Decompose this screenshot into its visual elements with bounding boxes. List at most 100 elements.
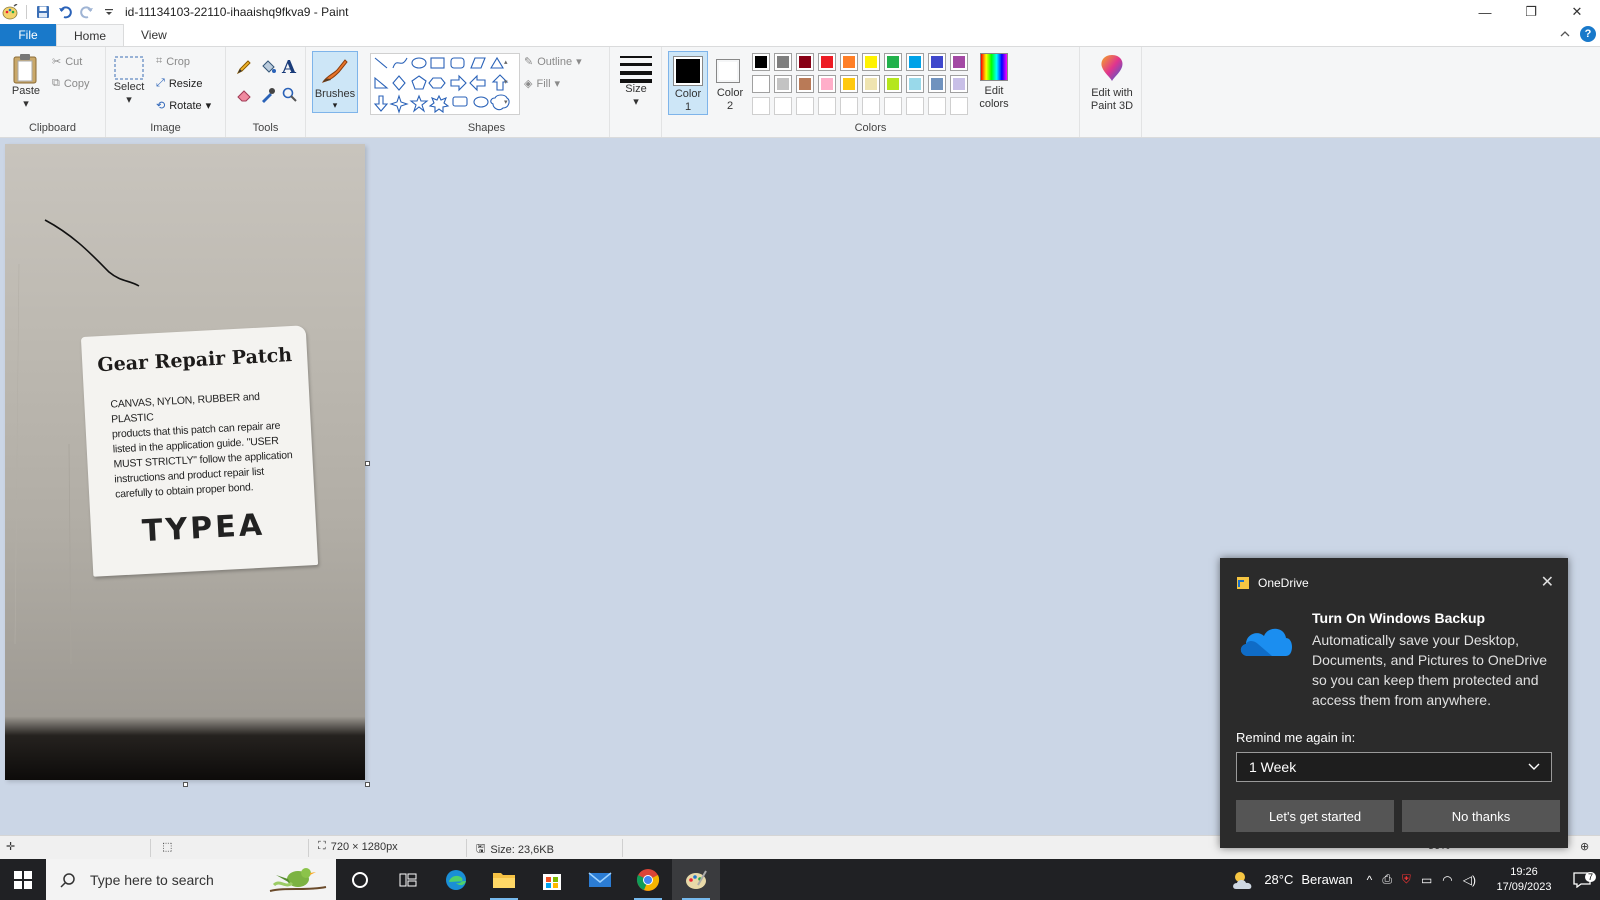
paste-button[interactable]: Paste ▾: [8, 53, 44, 111]
tab-file[interactable]: File: [0, 24, 56, 46]
store-icon: [543, 873, 561, 890]
palette-swatch[interactable]: [796, 53, 814, 71]
palette-swatch[interactable]: [884, 53, 902, 71]
paint-app-icon[interactable]: [2, 4, 18, 20]
task-view-button[interactable]: [336, 859, 384, 900]
edge-taskbar-button[interactable]: [432, 859, 480, 900]
palette-empty-swatch[interactable]: [840, 97, 858, 115]
volume-icon[interactable]: ◁): [1463, 873, 1476, 887]
weather-widget[interactable]: 28°C Berawan: [1230, 869, 1353, 891]
resize-handle-corner[interactable]: [365, 782, 370, 787]
copy-button[interactable]: ⧉ Copy: [52, 77, 90, 90]
palette-swatch[interactable]: [752, 75, 770, 93]
magnifier-icon[interactable]: [282, 87, 298, 106]
cut-button[interactable]: ✂ Cut: [52, 55, 82, 69]
minimize-button[interactable]: —: [1462, 0, 1508, 24]
palette-empty-swatch[interactable]: [950, 97, 968, 115]
shapes-scroll-icon[interactable]: ▴ ▾ ▾: [504, 53, 508, 113]
palette-swatch[interactable]: [928, 53, 946, 71]
color1-swatch: [673, 56, 703, 86]
lets-get-started-button[interactable]: Let's get started: [1236, 800, 1394, 832]
color-picker-icon[interactable]: [260, 87, 276, 106]
save-icon[interactable]: [35, 4, 51, 20]
collapse-ribbon-icon[interactable]: [1560, 27, 1570, 41]
customize-toolbar-icon[interactable]: [101, 4, 117, 20]
text-tool-icon[interactable]: A: [282, 57, 296, 78]
rotate-button[interactable]: ⟲ Rotate ▾: [156, 99, 212, 113]
palette-swatch[interactable]: [906, 53, 924, 71]
wifi-icon[interactable]: ◠: [1442, 873, 1452, 887]
palette-empty-swatch[interactable]: [906, 97, 924, 115]
edit-with-paint3d-button[interactable]: Edit with Paint 3D: [1084, 53, 1140, 113]
resize-button[interactable]: ⤢ Resize: [156, 77, 202, 90]
rotate-dropdown-icon: ▾: [205, 100, 212, 112]
outline-button[interactable]: ✎ Outline ▾: [524, 55, 582, 69]
palette-swatch[interactable]: [862, 75, 880, 93]
toast-close-button[interactable]: ✕: [1541, 572, 1554, 592]
palette-empty-swatch[interactable]: [796, 97, 814, 115]
chrome-taskbar-button[interactable]: [624, 859, 672, 900]
color1-button[interactable]: Color 1: [668, 51, 708, 115]
select-button[interactable]: Select ▾: [112, 55, 146, 107]
palette-empty-swatch[interactable]: [884, 97, 902, 115]
palette-swatch[interactable]: [950, 53, 968, 71]
palette-swatch[interactable]: [774, 53, 792, 71]
color2-button[interactable]: Color 2: [710, 51, 750, 115]
security-icon[interactable]: ⛨: [1402, 872, 1411, 887]
show-hidden-icons-chevron-icon[interactable]: ^: [1367, 873, 1373, 887]
palette-empty-swatch[interactable]: [928, 97, 946, 115]
zoom-in-button[interactable]: ⊕: [1580, 840, 1589, 853]
start-button[interactable]: [0, 859, 46, 900]
resize-handle-right[interactable]: [365, 461, 370, 466]
battery-icon[interactable]: ▭: [1421, 873, 1432, 887]
task-view-icon-button[interactable]: [384, 859, 432, 900]
palette-swatch[interactable]: [884, 75, 902, 93]
bird-illustration-icon: [269, 868, 327, 892]
fill-button[interactable]: ◈ Fill ▾: [524, 77, 560, 91]
eraser-icon[interactable]: [236, 87, 252, 106]
edit-colors-button[interactable]: Edit colors: [972, 53, 1016, 111]
paint-taskbar-button[interactable]: [672, 859, 720, 900]
tab-home[interactable]: Home: [56, 24, 125, 46]
palette-swatch[interactable]: [840, 75, 858, 93]
palette-empty-swatch[interactable]: [774, 97, 792, 115]
canvas-image[interactable]: Gear Repair Patch CANVAS, NYLON, RUBBER …: [5, 144, 365, 780]
mail-taskbar-button[interactable]: [576, 859, 624, 900]
palette-swatch[interactable]: [796, 75, 814, 93]
palette-swatch[interactable]: [774, 75, 792, 93]
tab-view[interactable]: View: [124, 24, 184, 46]
file-explorer-taskbar-button[interactable]: [480, 859, 528, 900]
shapes-gallery[interactable]: [370, 53, 520, 115]
palette-swatch[interactable]: [950, 75, 968, 93]
palette-swatch[interactable]: [818, 75, 836, 93]
palette-swatch[interactable]: [906, 75, 924, 93]
camera-icon[interactable]: ⎙: [1382, 872, 1392, 887]
taskbar-clock[interactable]: 19:26 17/09/2023: [1484, 865, 1564, 895]
store-taskbar-button[interactable]: [528, 859, 576, 900]
undo-icon[interactable]: [57, 4, 73, 20]
brushes-button[interactable]: Brushes ▾: [312, 51, 358, 113]
status-divider: [308, 839, 309, 857]
resize-handle-bottom[interactable]: [183, 782, 188, 787]
size-button[interactable]: Size ▾: [618, 53, 654, 109]
fill-bucket-icon[interactable]: [260, 59, 276, 78]
palette-empty-swatch[interactable]: [818, 97, 836, 115]
pencil-icon[interactable]: [236, 59, 252, 78]
restore-button[interactable]: ❐: [1508, 0, 1554, 24]
palette-swatch[interactable]: [862, 53, 880, 71]
redo-icon[interactable]: [79, 4, 95, 20]
taskbar-search[interactable]: Type here to search: [46, 859, 336, 900]
no-thanks-button[interactable]: No thanks: [1402, 800, 1560, 832]
palette-swatch[interactable]: [752, 53, 770, 71]
notification-center-button[interactable]: 7: [1564, 871, 1600, 888]
palette-swatch[interactable]: [840, 53, 858, 71]
palette-empty-swatch[interactable]: [752, 97, 770, 115]
remind-select[interactable]: 1 Week: [1236, 752, 1552, 782]
palette-swatch[interactable]: [928, 75, 946, 93]
weather-temp: 28°C: [1264, 872, 1294, 887]
palette-swatch[interactable]: [818, 53, 836, 71]
close-button[interactable]: ✕: [1554, 0, 1600, 24]
help-icon[interactable]: ?: [1580, 26, 1596, 42]
crop-button[interactable]: ⌗ Crop: [156, 55, 190, 68]
palette-empty-swatch[interactable]: [862, 97, 880, 115]
